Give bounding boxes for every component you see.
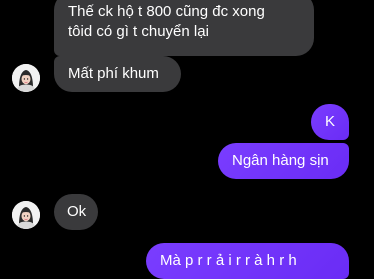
contact-avatar[interactable] — [12, 64, 40, 92]
outgoing-message-bubble[interactable]: Ngân hàng sịn — [218, 143, 349, 179]
incoming-message-bubble[interactable]: Thế ck hộ t 800 cũng đc xong tôid có gì … — [54, 0, 314, 56]
message-text: Ngân hàng sịn — [232, 152, 329, 169]
message-text: Mất phí khum — [68, 65, 159, 82]
contact-avatar-icon — [12, 201, 40, 229]
contact-avatar-icon — [12, 64, 40, 92]
incoming-message-bubble[interactable]: Mất phí khum — [54, 56, 181, 92]
contact-avatar[interactable] — [12, 201, 40, 229]
outgoing-message-bubble[interactable]: K — [311, 104, 349, 140]
message-text: Mà p r r ả i r r à h r h — [160, 252, 297, 269]
message-text: K — [324, 113, 335, 130]
outgoing-message-bubble[interactable]: Mà p r r ả i r r à h r h — [146, 243, 349, 279]
message-text: Ok — [67, 203, 87, 220]
message-text: Thế ck hộ t 800 cũng đc xong tôid có gì … — [68, 3, 265, 40]
incoming-message-bubble[interactable]: Ok — [54, 194, 98, 230]
